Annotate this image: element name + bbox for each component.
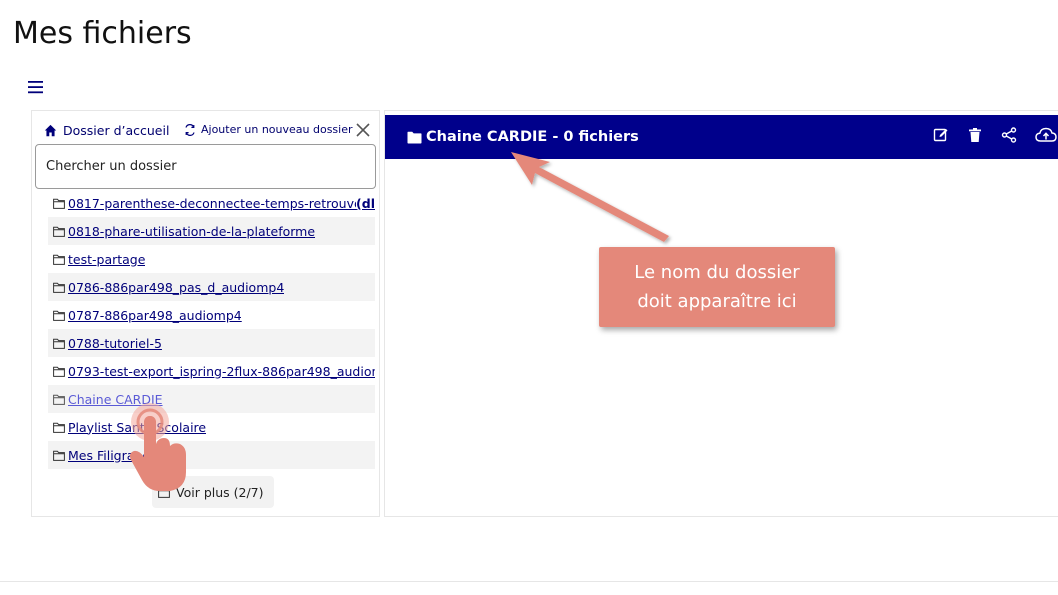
folder-sidebar: Dossier d’accueil Ajouter un nouveau dos… xyxy=(31,110,380,517)
home-icon xyxy=(44,124,57,137)
folder-outline-icon xyxy=(53,422,65,433)
footer-divider xyxy=(0,581,1058,582)
trash-icon xyxy=(969,128,981,142)
folder-label: 0786-886par498_pas_d_audiomp4 xyxy=(68,279,285,295)
folder-outline-icon xyxy=(53,338,65,349)
folder-outline-icon xyxy=(158,487,170,498)
folder-outline-icon xyxy=(53,394,65,405)
home-folder-link[interactable]: Dossier d’accueil xyxy=(44,123,169,138)
annotation-callout: Le nom du dossier doit apparaître ici xyxy=(599,247,835,327)
folder-item-0817[interactable]: 0817-parenthese-deconnectee-temps-retrou… xyxy=(48,189,375,217)
close-icon xyxy=(356,123,370,137)
folder-sync-icon xyxy=(185,123,195,136)
folder-item-chaine-cardie[interactable]: Chaine CARDIE xyxy=(48,385,375,413)
folder-label: 0787-886par498_audiomp4 xyxy=(68,307,242,323)
folder-label: 0793-test-export_ispring-2flux-886par498… xyxy=(68,363,375,379)
folder-outline-icon xyxy=(53,198,65,209)
folder-list: 0817-parenthese-deconnectee-temps-retrou… xyxy=(48,189,375,469)
folder-item-0793[interactable]: 0793-test-export_ispring-2flux-886par498… xyxy=(48,357,375,385)
folder-label: Mes Filigranes xyxy=(68,447,157,463)
folder-label: 0817-parenthese-deconnectee-temps-retrou… xyxy=(68,195,357,211)
folder-item-0787[interactable]: 0787-886par498_audiomp4 xyxy=(48,301,375,329)
folder-label: test-partage xyxy=(68,251,146,267)
home-folder-label: Dossier d’accueil xyxy=(63,123,170,138)
folder-item-mes-filigranes[interactable]: Mes Filigranes xyxy=(48,441,375,469)
see-more-label: Voir plus (2/7) xyxy=(176,484,264,500)
close-sidebar-button[interactable] xyxy=(354,121,372,139)
delete-folder-button[interactable] xyxy=(967,127,983,143)
folder-label-suffix: (dl xyxy=(356,195,375,211)
folder-outline-icon xyxy=(53,282,65,293)
folder-search-input[interactable] xyxy=(35,144,376,189)
folder-label: 0788-tutoriel-5 xyxy=(68,335,162,351)
folder-outline-icon xyxy=(53,366,65,377)
share-icon xyxy=(1001,127,1017,143)
sidebar-header: Dossier d’accueil Ajouter un nouveau dos… xyxy=(44,123,375,145)
folder-header: Chaine CARDIE - 0 fichiers xyxy=(385,115,1058,159)
folder-outline-icon xyxy=(53,254,65,265)
callout-text: Le nom du dossier doit apparaître ici xyxy=(634,262,800,312)
menu-toggle-button[interactable] xyxy=(26,78,46,96)
folder-item-test-partage[interactable]: test-partage xyxy=(48,245,375,273)
add-folder-button[interactable]: Ajouter un nouveau dossier xyxy=(184,123,353,136)
edit-folder-button[interactable] xyxy=(933,127,949,143)
folder-item-0786[interactable]: 0786-886par498_pas_d_audiomp4 xyxy=(48,273,375,301)
cloud-upload-icon xyxy=(1035,127,1057,142)
edit-icon xyxy=(933,128,948,142)
see-more-button[interactable]: Voir plus (2/7) xyxy=(152,476,274,508)
folder-header-title: Chaine CARDIE - 0 fichiers xyxy=(426,129,639,145)
folder-label: 0818-phare-utilisation-de-la-plateforme xyxy=(68,223,316,239)
folder-actions xyxy=(933,127,1057,143)
folder-item-0788[interactable]: 0788-tutoriel-5 xyxy=(48,329,375,357)
folder-outline-icon xyxy=(53,226,65,237)
upload-file-button[interactable] xyxy=(1035,127,1057,143)
page-title: Mes fichiers xyxy=(13,16,192,51)
folder-item-playlist-sante[interactable]: Playlist Santé Scolaire xyxy=(48,413,375,441)
add-folder-label: Ajouter un nouveau dossier xyxy=(201,123,353,136)
folder-label: Playlist Santé Scolaire xyxy=(68,419,207,435)
folder-label: Chaine CARDIE xyxy=(68,391,163,407)
folder-icon xyxy=(407,131,422,143)
share-folder-button[interactable] xyxy=(1001,127,1017,143)
folder-outline-icon xyxy=(53,450,65,461)
hamburger-icon xyxy=(28,81,43,94)
folder-item-0818[interactable]: 0818-phare-utilisation-de-la-plateforme xyxy=(48,217,375,245)
folder-outline-icon xyxy=(53,310,65,321)
